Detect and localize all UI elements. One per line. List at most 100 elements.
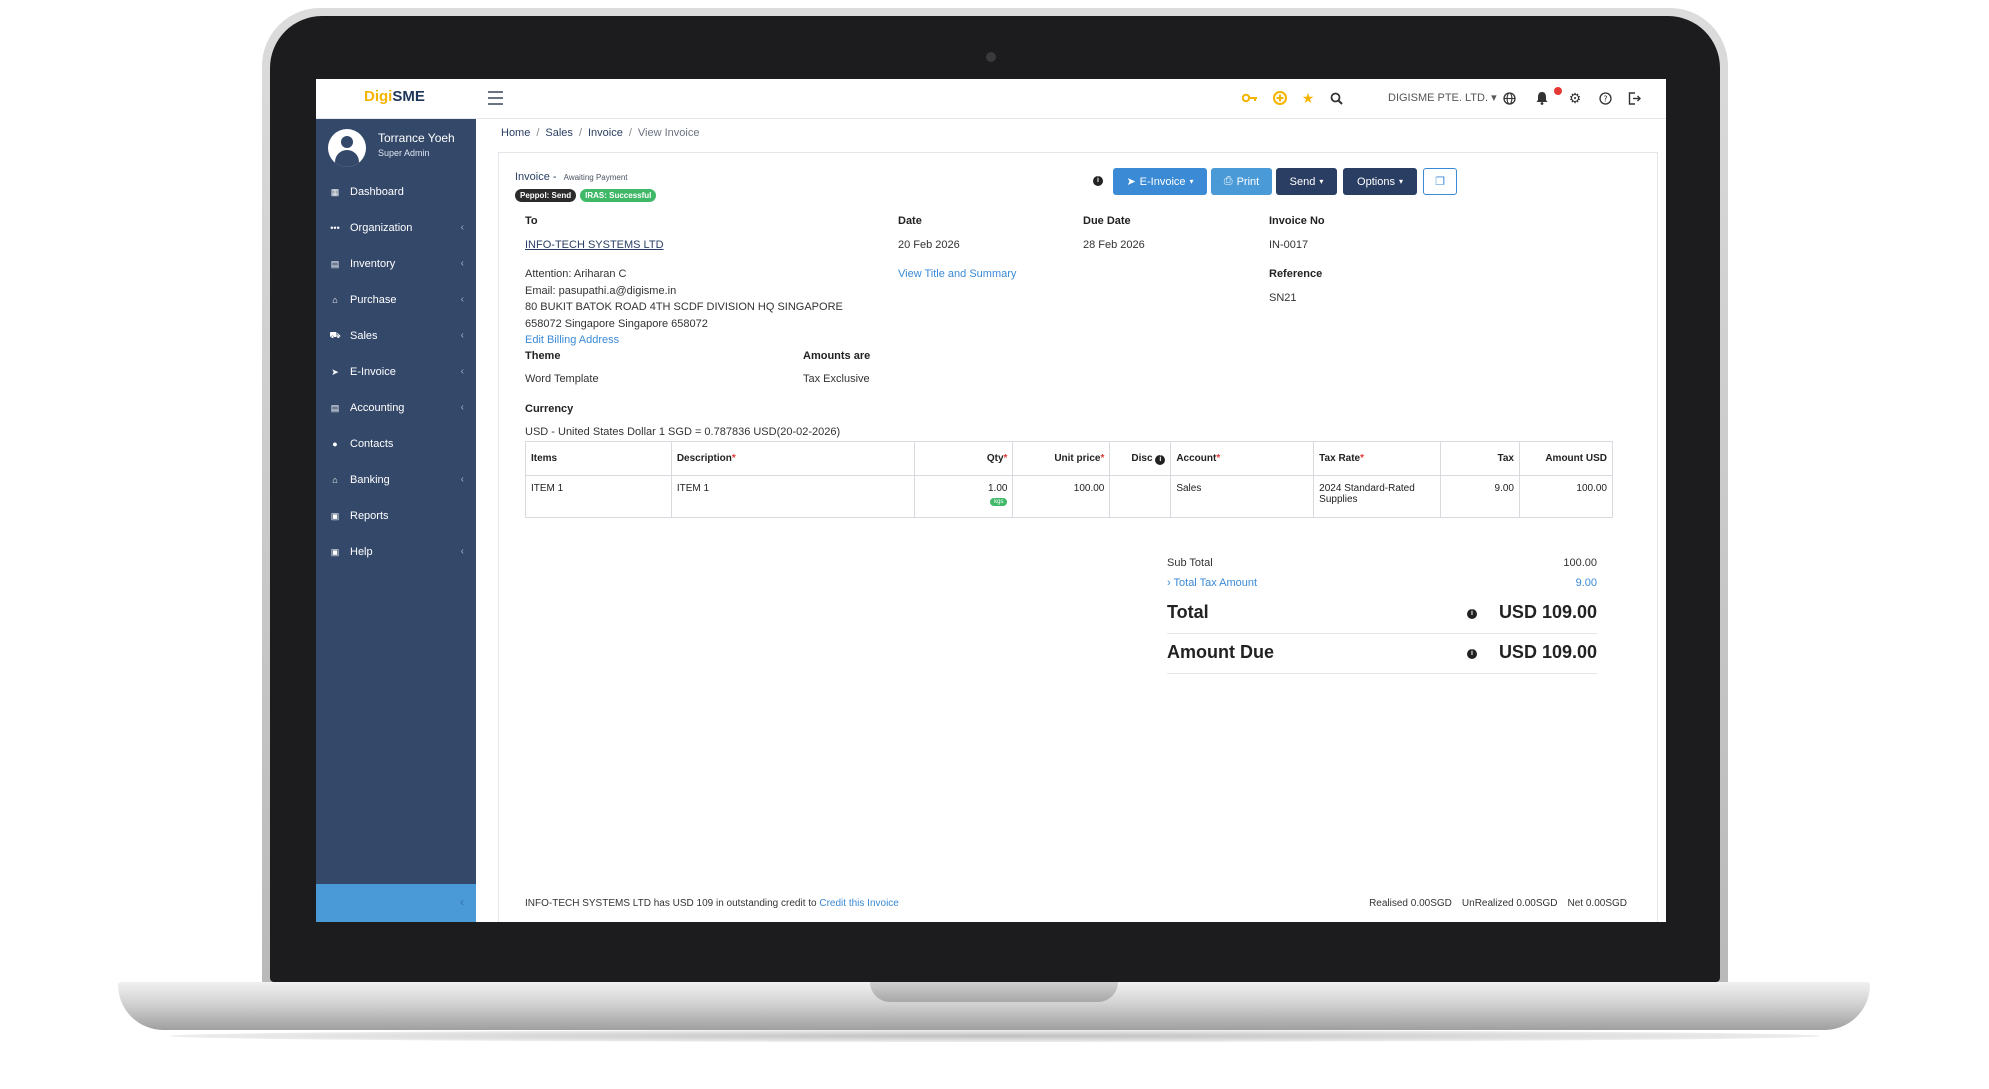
sidebar-item-label: Dashboard	[350, 186, 404, 198]
star-icon[interactable]: ★	[1300, 90, 1316, 106]
sidebar-item-label: Banking	[350, 474, 390, 486]
svg-text:?: ?	[1603, 94, 1607, 103]
breadcrumb-home[interactable]: Home	[501, 127, 530, 139]
send-button[interactable]: Send ▾	[1276, 168, 1337, 195]
status-badges: Peppol: Send IRAS: Successful	[515, 189, 657, 202]
gear-icon[interactable]: ⚙	[1567, 90, 1583, 106]
theme-label: Theme	[525, 350, 561, 362]
sidebar-item-help[interactable]: ▣ Help ‹	[316, 534, 476, 570]
sidebar-item-label: E-Invoice	[350, 366, 396, 378]
search-icon[interactable]	[1328, 90, 1344, 106]
breadcrumb-separator: /	[536, 127, 540, 139]
sidebar-collapse-button[interactable]: ‹	[316, 884, 476, 922]
invoice-status: Awaiting Payment	[563, 173, 628, 182]
view-title-summary-link[interactable]: View Title and Summary	[898, 268, 1016, 280]
edit-billing-address-link[interactable]: Edit Billing Address	[525, 334, 619, 346]
sidebar-item-accounting[interactable]: ▤ Accounting ‹	[316, 390, 476, 426]
customer-link[interactable]: INFO-TECH SYSTEMS LTD	[525, 239, 664, 251]
due-date-value: 28 Feb 2026	[1083, 239, 1145, 251]
company-name: DIGISME PTE. LTD.	[1388, 92, 1489, 104]
breadcrumb-invoice[interactable]: Invoice	[588, 127, 623, 139]
chevron-down-icon: ▾	[1491, 92, 1497, 104]
col-amount: Amount USD	[1518, 441, 1614, 476]
print-button[interactable]: ⎙ Print	[1211, 168, 1272, 195]
laptop-mockup: DigiSME ★ DIGISME PTE. LTD. ▾ ⚙ ? Torran…	[0, 0, 1989, 1089]
total-tax-value: 9.00	[1575, 577, 1597, 589]
info-icon[interactable]: i	[1093, 176, 1103, 186]
copy-button[interactable]: ❐	[1423, 168, 1457, 195]
app-screen: DigiSME ★ DIGISME PTE. LTD. ▾ ⚙ ? Torran…	[316, 79, 1666, 922]
currency-label: Currency	[525, 403, 574, 415]
chevron-down-icon: ▾	[1398, 177, 1403, 186]
sidebar-item-sales[interactable]: ⛟ Sales ‹	[316, 318, 476, 354]
einvoice-button[interactable]: ➤ E-Invoice ▾	[1113, 168, 1207, 195]
sidebar-item-label: Accounting	[350, 402, 405, 414]
options-button[interactable]: Options ▾	[1343, 168, 1417, 195]
breadcrumb-current: View Invoice	[637, 127, 700, 139]
unit-badge: kgs	[990, 498, 1008, 506]
plus-circle-icon[interactable]	[1272, 90, 1288, 106]
col-unit-price: Unit price*	[1012, 441, 1111, 476]
key-icon[interactable]	[1242, 90, 1258, 106]
company-selector[interactable]: DIGISME PTE. LTD. ▾	[1388, 91, 1497, 104]
cell-tax-rate: 2024 Standard-Rated Supplies	[1313, 475, 1442, 518]
credit-invoice-link[interactable]: Credit this Invoice	[819, 898, 898, 909]
breadcrumb-separator: /	[578, 127, 582, 139]
date-label: Date	[898, 215, 922, 227]
due-date-label: Due Date	[1083, 215, 1131, 227]
reports-icon: ▣	[330, 510, 340, 521]
logout-icon[interactable]	[1626, 90, 1642, 106]
sidebar-item-reports[interactable]: ▣ Reports	[316, 498, 476, 534]
info-icon[interactable]: i	[1467, 609, 1477, 619]
address-line-2: 658072 Singapore Singapore 658072	[525, 318, 708, 330]
total-tax-label: › Total Tax Amount	[1167, 577, 1258, 589]
amounts-are-value: Tax Exclusive	[803, 373, 870, 385]
einvoice-label: E-Invoice	[1139, 175, 1186, 188]
sidebar-item-contacts[interactable]: ● Contacts	[316, 426, 476, 462]
info-icon[interactable]: i	[1467, 649, 1477, 659]
bell-icon[interactable]	[1534, 90, 1550, 106]
printer-icon: ⎙	[1223, 175, 1233, 187]
amounts-are-label: Amounts are	[803, 350, 871, 362]
net-value: Net 0.00SGD	[1567, 898, 1627, 909]
amount-due-label: Amount Due	[1167, 642, 1274, 662]
sidebar-item-purchase[interactable]: ⌂ Purchase ‹	[316, 282, 476, 318]
subtotal-value: 100.00	[1563, 557, 1597, 569]
subtotal-row: Sub Total 100.00	[1167, 554, 1597, 574]
chevron-left-icon: ‹	[460, 546, 464, 557]
top-bar: DigiSME ★ DIGISME PTE. LTD. ▾ ⚙ ?	[316, 79, 1666, 119]
sidebar-item-banking[interactable]: ⌂ Banking ‹	[316, 462, 476, 498]
cell-item: ITEM 1	[525, 475, 672, 518]
table-row[interactable]: ITEM 1 ITEM 1 1.00 kgs 100.00 Sales 2024…	[525, 475, 1614, 518]
reference-label: Reference	[1269, 268, 1323, 280]
breadcrumb-sales[interactable]: Sales	[545, 127, 573, 139]
total-tax-row[interactable]: › Total Tax Amount 9.00	[1167, 574, 1597, 594]
globe-icon[interactable]	[1501, 90, 1517, 106]
menu-toggle-icon[interactable]	[488, 91, 503, 105]
credit-text: INFO-TECH SYSTEMS LTD has USD 109 in out…	[525, 898, 817, 909]
help-icon[interactable]: ?	[1597, 90, 1613, 106]
avatar[interactable]	[328, 129, 366, 167]
col-account: Account*	[1170, 441, 1315, 476]
sidebar-item-dashboard[interactable]: ▦ Dashboard	[316, 174, 476, 210]
sidebar-item-organization[interactable]: ••• Organization ‹	[316, 210, 476, 246]
currency-value: USD - United States Dollar 1 SGD = 0.787…	[525, 426, 841, 438]
cart-icon: ⛟	[329, 330, 341, 340]
theme-value: Word Template	[525, 373, 599, 385]
sidebar-item-einvoice[interactable]: ➤ E-Invoice ‹	[316, 354, 476, 390]
realisation-summary: Realised 0.00SGD UnRealized 0.00SGD Net …	[1369, 898, 1627, 909]
unrealized-value: UnRealized 0.00SGD	[1461, 898, 1558, 909]
qty-value: 1.00	[987, 483, 1008, 494]
einvoice-icon: ➤	[331, 366, 339, 377]
invoice-no-value: IN-0017	[1269, 239, 1309, 251]
cell-description: ITEM 1	[670, 475, 915, 518]
chevron-down-icon: ▾	[1319, 177, 1324, 186]
invoice-card: Invoice - Awaiting Payment Peppol: Send …	[498, 152, 1658, 922]
app-logo[interactable]: DigiSME	[364, 88, 425, 105]
amount-due-value: USD 109.00	[1498, 642, 1597, 662]
sidebar-item-inventory[interactable]: ▤ Inventory ‹	[316, 246, 476, 282]
info-icon[interactable]: i	[1155, 454, 1166, 465]
chevron-left-icon: ‹	[460, 222, 464, 233]
iras-badge: IRAS: Successful	[580, 189, 657, 202]
chevron-left-icon: ‹	[460, 402, 464, 413]
